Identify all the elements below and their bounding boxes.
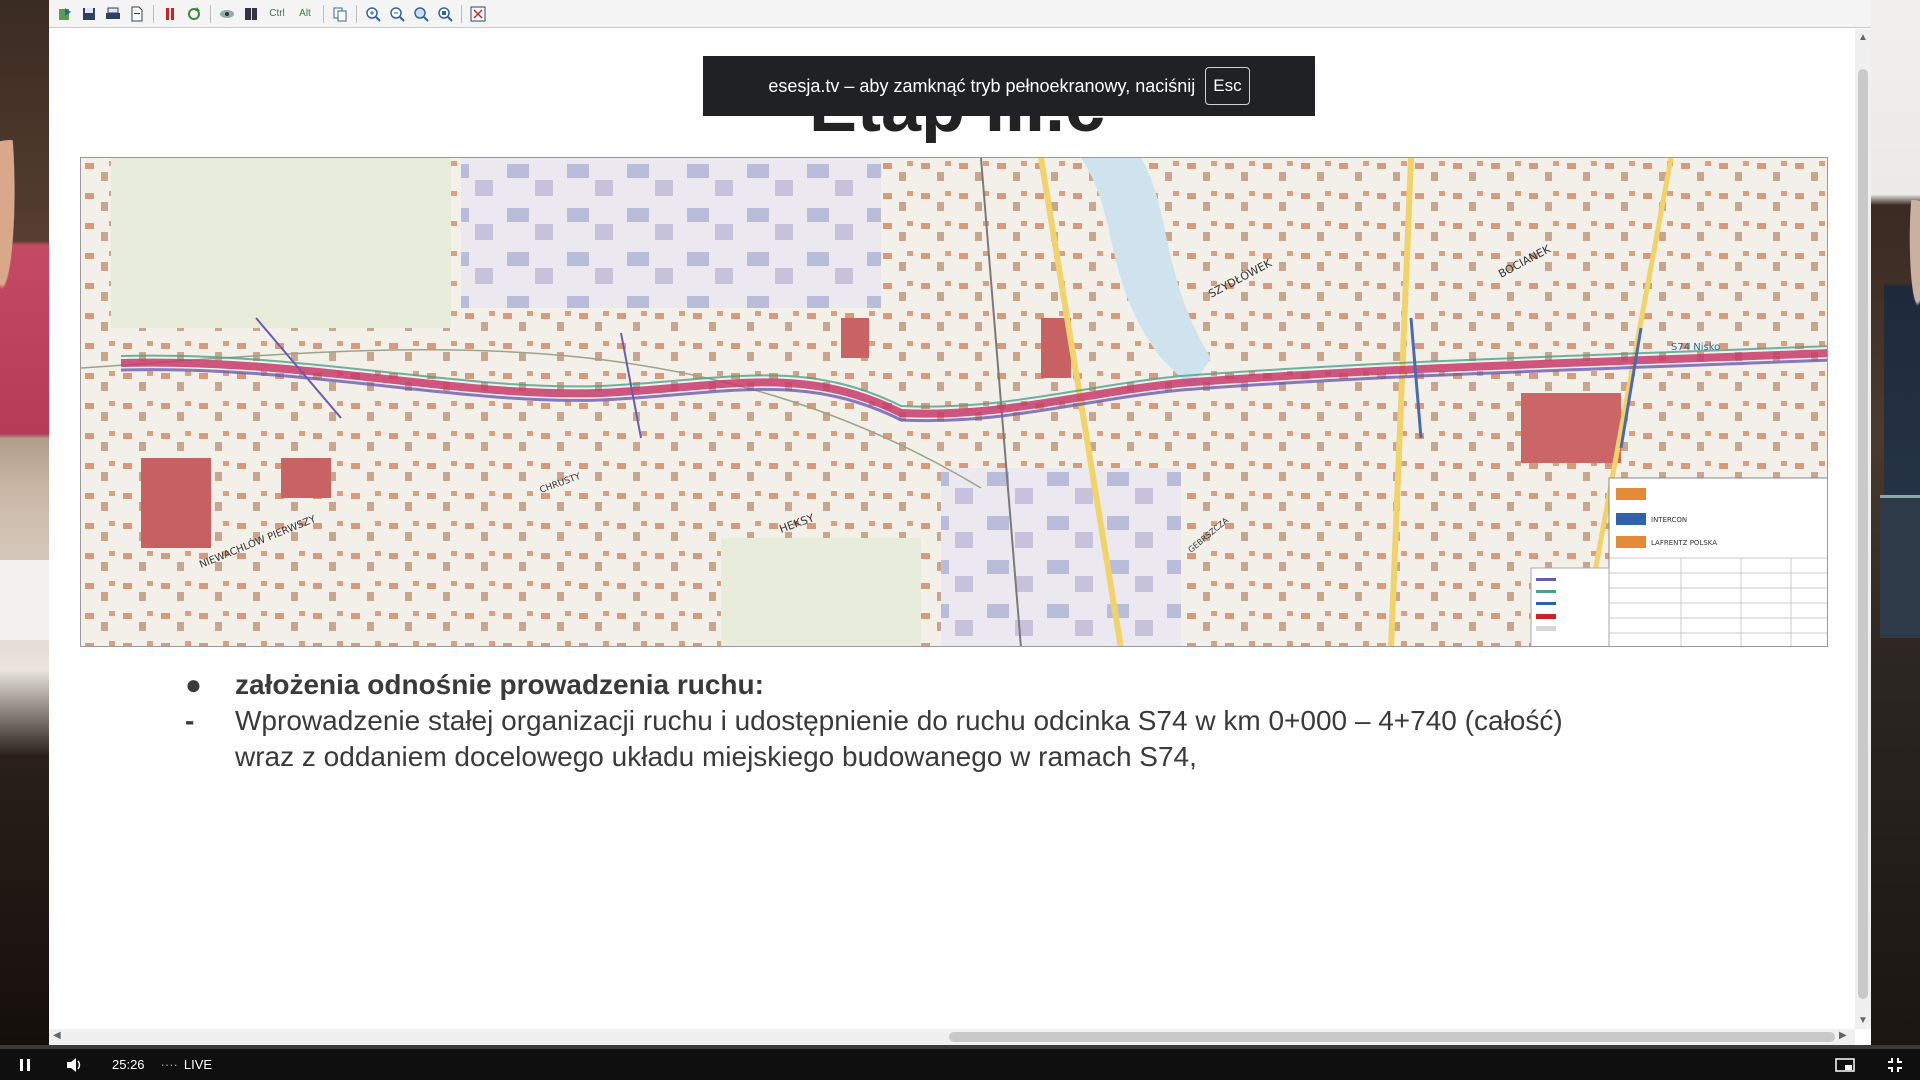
laptop	[1880, 495, 1920, 638]
pause-button[interactable]	[0, 1058, 50, 1072]
view-icon[interactable]	[217, 4, 237, 24]
exit-fullscreen-icon	[1888, 1057, 1902, 1072]
toolbar-separator	[461, 4, 462, 23]
book-icon[interactable]	[241, 4, 261, 24]
scroll-up-icon[interactable]: ▲	[1857, 32, 1869, 43]
zoom-out-icon[interactable]	[387, 4, 407, 24]
current-time: 25:26	[112, 1057, 145, 1072]
dash-mark: -	[185, 705, 195, 736]
fullscreen-notice-text: esesja.tv – aby zamknąć tryb pełnoekrano…	[768, 75, 1196, 96]
miniplayer-icon	[1835, 1057, 1855, 1072]
ctrl-key-button[interactable]: Ctrl	[265, 4, 289, 24]
map-label-s74: S74 Nisko	[1671, 342, 1720, 353]
toolbar-separator	[356, 4, 357, 23]
live-label[interactable]: LIVE	[184, 1057, 212, 1072]
bullet-dot: ●	[185, 669, 202, 700]
refresh-icon[interactable]	[184, 4, 204, 24]
fullscreen-icon[interactable]	[468, 4, 488, 24]
horizontal-scrollbar[interactable]: ◀ ▶	[49, 1029, 1855, 1045]
horizontal-scroll-thumb[interactable]	[949, 1032, 1835, 1042]
toolbar-separator	[323, 4, 324, 23]
webcam-left	[0, 0, 52, 1080]
viewer-toolbar: Ctrl Alt	[49, 0, 1871, 28]
title-block-intercon: INTERCON	[1651, 516, 1687, 524]
document-viewer: Ctrl Alt Etap III.c	[49, 0, 1871, 1045]
webcam-right	[1869, 0, 1920, 1080]
bullet-item: ● założenia odnośnie prowadzenia ruchu:	[179, 667, 1779, 703]
toolbar-separator	[210, 4, 211, 23]
map-legend	[1530, 567, 1610, 646]
vertical-scroll-thumb[interactable]	[1858, 69, 1868, 999]
pause-icon	[20, 1058, 30, 1071]
dash-line-1: Wprowadzenie stałej organizacji ruchu i …	[235, 705, 1563, 736]
volume-button[interactable]	[50, 1057, 100, 1073]
dash-item-continuation: wraz z oddaniem docelowego układu miejsk…	[179, 739, 1779, 775]
pause-icon[interactable]	[160, 4, 180, 24]
toolbar-separator	[153, 4, 154, 23]
video-player-controls: 25:26 ···· LIVE	[0, 1045, 1920, 1080]
road-map-image: SZYDŁÓWEK BOCIANEK S74 Nisko HEKSY CHRUS…	[80, 157, 1828, 647]
map-title-block: INTERCON LAFRENTZ POLSKA	[1608, 477, 1827, 646]
live-dots: ····	[160, 1057, 178, 1072]
zoom-in-icon[interactable]	[363, 4, 383, 24]
zoom-fit-icon[interactable]	[411, 4, 431, 24]
vertical-scrollbar[interactable]: ▲ ▼	[1855, 29, 1871, 1029]
print-icon[interactable]	[103, 4, 123, 24]
document-icon[interactable]	[127, 4, 147, 24]
esc-key-hint: Esc	[1205, 67, 1250, 105]
paper-sheet	[0, 560, 50, 640]
exit-fullscreen-button[interactable]	[1870, 1057, 1920, 1073]
scroll-left-icon[interactable]: ◀	[53, 1030, 61, 1041]
export-icon[interactable]	[55, 4, 75, 24]
speaker-left	[0, 140, 50, 560]
speaker-right	[1884, 200, 1920, 520]
alt-key-button[interactable]: Alt	[293, 4, 317, 24]
slide-bullets: ● założenia odnośnie prowadzenia ruchu: …	[179, 667, 1779, 775]
fullscreen-notice: esesja.tv – aby zamknąć tryb pełnoekrano…	[703, 56, 1315, 116]
scroll-down-icon[interactable]: ▼	[1857, 1015, 1869, 1026]
title-block-lafrentz: LAFRENTZ POLSKA	[1651, 539, 1717, 547]
save-icon[interactable]	[79, 4, 99, 24]
miniplayer-button[interactable]	[1820, 1057, 1870, 1072]
presentation-slide: Etap III.c	[49, 29, 1859, 1029]
bullet-heading: założenia odnośnie prowadzenia ruchu:	[235, 669, 764, 700]
dash-line-2: wraz z oddaniem docelowego układu miejsk…	[235, 741, 1197, 772]
dash-item: - Wprowadzenie stałej organizacji ruchu …	[179, 703, 1779, 739]
copy-icon[interactable]	[330, 4, 350, 24]
volume-icon	[67, 1057, 81, 1072]
zoom-actual-icon[interactable]	[435, 4, 455, 24]
control-bar: 25:26 ···· LIVE	[0, 1049, 1920, 1080]
scroll-right-icon[interactable]: ▶	[1839, 1030, 1847, 1041]
